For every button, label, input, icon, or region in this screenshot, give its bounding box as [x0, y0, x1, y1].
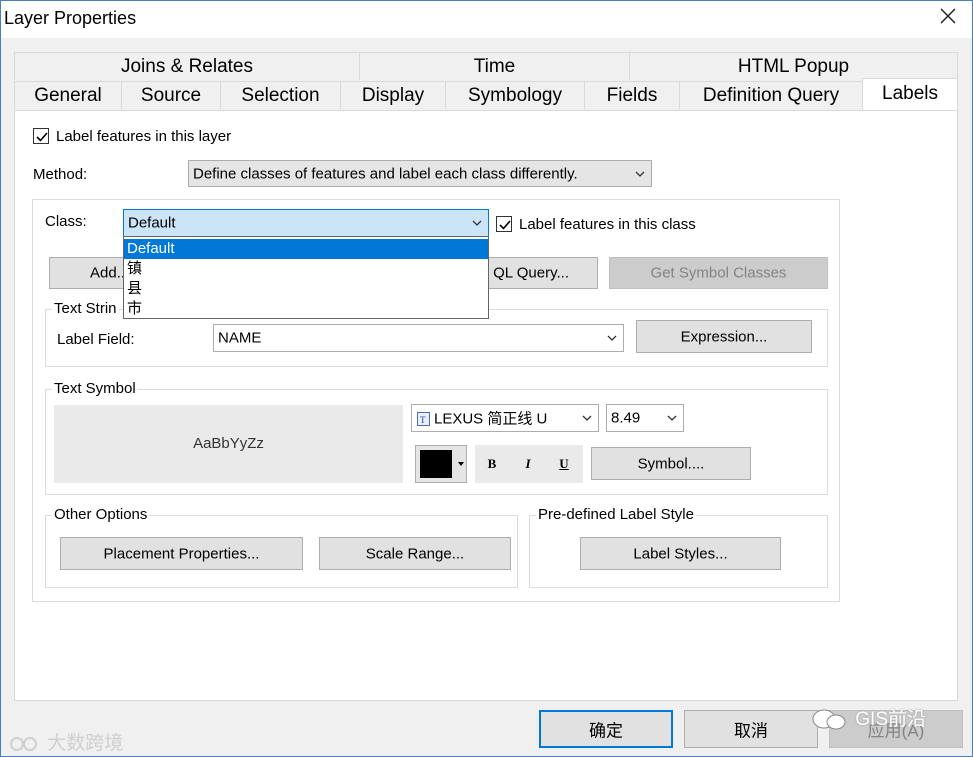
symbol-preview: AaBbYyZz	[54, 405, 403, 483]
wechat-icon	[812, 709, 846, 730]
watermark-right: GIS前沿	[810, 704, 926, 732]
class-option-shi[interactable]: 市	[124, 299, 488, 319]
label-features-class-checkbox[interactable]	[496, 216, 512, 232]
tab-definition-query[interactable]: Definition Query	[679, 81, 863, 109]
tab-fields[interactable]: Fields	[584, 81, 680, 109]
font-size-select[interactable]: 8.49	[606, 404, 684, 432]
bold-button[interactable]: B	[483, 455, 501, 473]
get-symbol-classes-button[interactable]: Get Symbol Classes	[609, 257, 828, 289]
tab-symbology[interactable]: Symbology	[445, 81, 585, 109]
font-select-value: LEXUS 简正线 U	[434, 410, 548, 428]
caret-down-icon	[458, 462, 464, 466]
tab-general[interactable]: General	[14, 81, 122, 109]
other-options-title: Other Options	[52, 506, 150, 523]
text-symbol-title: Text Symbol	[52, 380, 138, 397]
tab-joins-relates[interactable]: Joins & Relates	[14, 52, 360, 80]
class-option-zhen[interactable]: 镇	[124, 259, 488, 279]
method-label: Method:	[33, 166, 88, 183]
label-features-layer-label: Label features in this layer	[56, 128, 232, 145]
window-title: Layer Properties	[4, 8, 137, 28]
truetype-font-icon: T	[417, 412, 430, 426]
tab-labels[interactable]: Labels	[862, 78, 958, 110]
chevron-down-icon	[667, 415, 677, 421]
scale-range-button[interactable]: Scale Range...	[319, 537, 511, 570]
tab-html-popup[interactable]: HTML Popup	[629, 52, 958, 80]
color-swatch	[420, 450, 452, 478]
font-size-value: 8.49	[611, 409, 641, 427]
class-dropdown-list: Default 镇 县 市	[123, 236, 489, 319]
close-icon[interactable]	[936, 4, 960, 28]
label-styles-button[interactable]: Label Styles...	[580, 537, 781, 570]
method-select-value: Define classes of features and label eac…	[193, 165, 578, 182]
class-option-xian[interactable]: 县	[124, 279, 488, 299]
class-select-value: Default	[128, 214, 176, 232]
watermark-left: 大数跨境	[8, 728, 123, 755]
cancel-button[interactable]: 取消	[684, 710, 818, 748]
class-option-default[interactable]: Default	[124, 239, 488, 259]
chevron-down-icon	[582, 415, 592, 421]
label-field-value: NAME	[218, 329, 262, 347]
symbol-button[interactable]: Symbol....	[591, 447, 751, 480]
color-picker[interactable]	[415, 445, 467, 483]
label-field-select[interactable]: NAME	[213, 324, 624, 352]
label-features-layer-checkbox[interactable]	[33, 128, 49, 144]
ok-button[interactable]: 确定	[539, 710, 673, 748]
watermark-logo-icon	[10, 736, 37, 751]
label-features-class-label: Label features in this class	[519, 216, 696, 233]
underline-button[interactable]: U	[555, 455, 573, 473]
italic-button[interactable]: I	[519, 455, 537, 473]
class-label: Class:	[45, 213, 87, 230]
format-toolbar: B I U	[475, 445, 583, 483]
predefined-style-title: Pre-defined Label Style	[536, 506, 696, 523]
expression-button[interactable]: Expression...	[636, 320, 812, 353]
chevron-down-icon	[607, 335, 617, 341]
label-field-label: Label Field:	[57, 331, 135, 348]
chevron-down-icon	[635, 171, 645, 177]
text-string-title: Text Strin	[52, 300, 119, 317]
font-select[interactable]: T LEXUS 简正线 U	[411, 404, 599, 432]
chevron-down-icon	[472, 220, 482, 226]
placement-properties-button[interactable]: Placement Properties...	[60, 537, 303, 570]
class-select[interactable]: Default	[123, 209, 489, 237]
svg-text:T: T	[420, 415, 426, 425]
tab-time[interactable]: Time	[359, 52, 630, 80]
method-select[interactable]: Define classes of features and label eac…	[188, 160, 652, 187]
tab-selection[interactable]: Selection	[220, 81, 341, 109]
tab-display[interactable]: Display	[340, 81, 446, 109]
tab-source[interactable]: Source	[121, 81, 221, 109]
